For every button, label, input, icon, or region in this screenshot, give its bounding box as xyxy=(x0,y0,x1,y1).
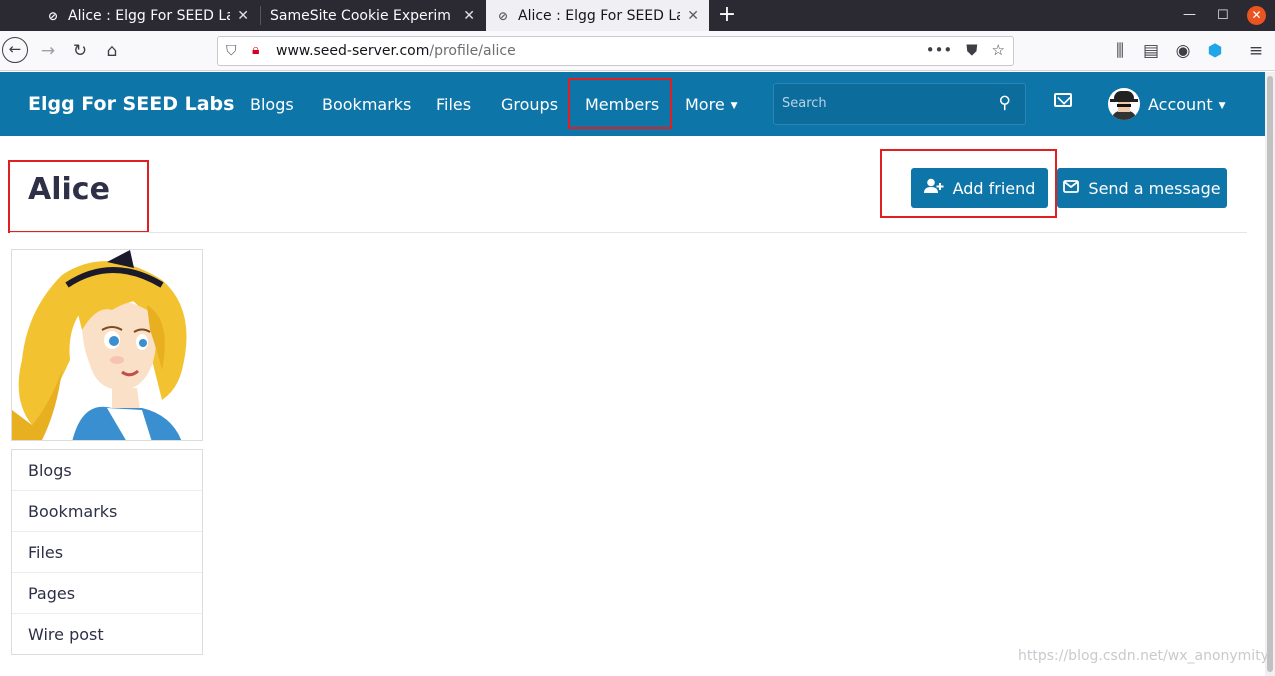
new-tab-icon[interactable]: + xyxy=(716,2,738,28)
close-tab-icon[interactable]: ✕ xyxy=(237,8,249,24)
nav-bookmarks[interactable]: Bookmarks xyxy=(322,95,411,114)
reload-icon[interactable]: ↻ xyxy=(68,40,92,62)
window-close-icon[interactable]: ✕ xyxy=(1247,6,1266,25)
highlight-box-members xyxy=(568,78,672,129)
tab-bar: ⊘ Alice : Elgg For SEED Labs ✕ SameSite … xyxy=(0,0,1275,31)
watermark-text: https://blog.csdn.net/wx_anonymity xyxy=(1018,648,1269,664)
highlight-box-add-friend xyxy=(880,149,1057,218)
nav-groups[interactable]: Groups xyxy=(501,95,558,114)
messages-icon[interactable] xyxy=(1054,93,1072,107)
scrollbar-thumb[interactable] xyxy=(1267,76,1273,672)
profile-avatar-image[interactable] xyxy=(11,249,203,441)
user-avatar[interactable] xyxy=(1108,88,1140,120)
account-menu[interactable]: Account ▼ xyxy=(1148,95,1226,114)
page-actions-icon[interactable]: ••• xyxy=(926,41,953,59)
nav-blogs[interactable]: Blogs xyxy=(250,95,294,114)
owner-menu-bookmarks[interactable]: Bookmarks xyxy=(12,491,202,532)
account-circle-icon[interactable]: ◉ xyxy=(1171,40,1195,62)
highlight-box-title xyxy=(8,160,149,233)
owner-menu-pages[interactable]: Pages xyxy=(12,573,202,614)
elgg-icon: ⊘ xyxy=(47,8,59,23)
owner-menu-files[interactable]: Files xyxy=(12,532,202,573)
hamburger-menu-icon[interactable]: ≡ xyxy=(1244,40,1268,62)
send-message-button[interactable]: Send a message xyxy=(1057,168,1227,208)
browser-tab-2[interactable]: SameSite Cookie Experiment ✕ xyxy=(260,0,485,31)
close-tab-icon[interactable]: ✕ xyxy=(463,8,475,24)
library-icon[interactable]: ⫼ xyxy=(1108,40,1132,62)
page-scrollbar[interactable] xyxy=(1265,72,1275,676)
owner-menu-wire-post[interactable]: Wire post xyxy=(12,614,202,654)
minimize-icon[interactable]: — xyxy=(1183,7,1196,22)
profile-owner-menu: Blogs Bookmarks Files Pages Wire post xyxy=(11,449,203,655)
browser-toolbar: ← → ↻ ⌂ ⛉ 🔒︎ www.seed-server.com/profile… xyxy=(0,31,1275,71)
insecure-lock-icon[interactable]: 🔒︎ xyxy=(252,42,259,58)
nav-files[interactable]: Files xyxy=(436,95,471,114)
back-arrow-icon[interactable]: ← xyxy=(2,37,28,63)
header-divider xyxy=(10,232,1247,233)
home-icon[interactable]: ⌂ xyxy=(100,40,124,62)
site-brand[interactable]: Elgg For SEED Labs xyxy=(28,93,234,115)
browser-tab-1[interactable]: ⊘ Alice : Elgg For SEED Labs ✕ xyxy=(36,0,259,31)
search-input[interactable]: Search ⚲ xyxy=(773,83,1026,125)
url-bar[interactable]: ⛉ 🔒︎ www.seed-server.com/profile/alice •… xyxy=(217,36,1014,66)
extension-icon[interactable]: ⬢ xyxy=(1203,40,1227,62)
chevron-down-icon: ▼ xyxy=(730,101,738,111)
bookmark-star-icon[interactable]: ☆ xyxy=(992,41,1005,59)
owner-menu-blogs[interactable]: Blogs xyxy=(12,450,202,491)
chevron-down-icon: ▼ xyxy=(1218,101,1226,111)
close-tab-icon[interactable]: ✕ xyxy=(687,8,699,24)
sidebar-icon[interactable]: ▤ xyxy=(1139,40,1163,62)
search-icon[interactable]: ⚲ xyxy=(999,93,1011,113)
maximize-icon[interactable]: ☐ xyxy=(1217,8,1229,23)
shield-icon[interactable]: ⛉ xyxy=(226,43,237,59)
nav-more[interactable]: More ▼ xyxy=(685,95,738,114)
elgg-icon: ⊘ xyxy=(497,8,509,23)
forward-arrow-icon[interactable]: → xyxy=(36,40,60,62)
browser-tab-3-active[interactable]: ⊘ Alice : Elgg For SEED Labs ✕ xyxy=(486,0,709,31)
url-text[interactable]: www.seed-server.com/profile/alice xyxy=(276,43,516,59)
envelope-icon xyxy=(1063,179,1080,197)
pocket-icon[interactable]: ⛊ xyxy=(966,41,977,59)
